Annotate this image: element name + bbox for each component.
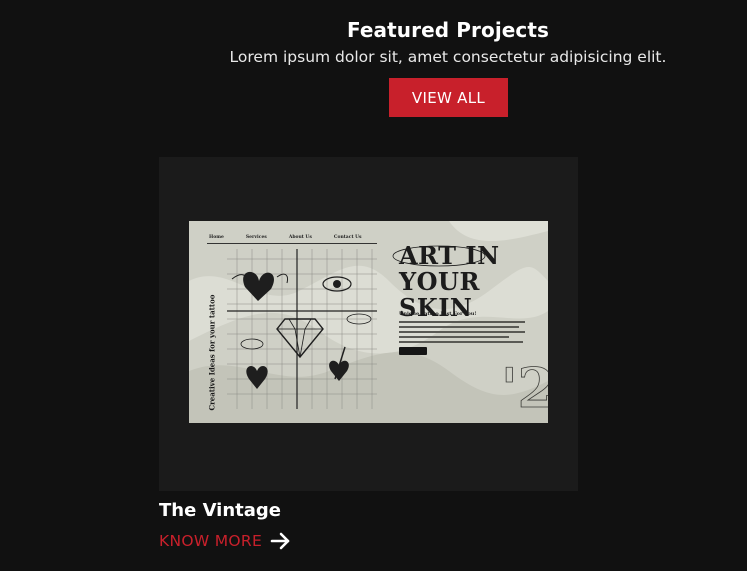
section-title: Featured Projects <box>346 18 550 42</box>
preview-nav-divider <box>207 243 377 244</box>
know-more-label: KNOW MORE <box>159 532 263 550</box>
section-subtitle: Lorem ipsum dolor sit, amet consectetur … <box>229 48 667 66</box>
project-title: The Vintage <box>159 500 282 521</box>
view-all-button[interactable]: VIEW ALL <box>389 78 508 117</box>
preview-nav-item: Services <box>245 235 267 240</box>
preview-nav: Home Services About Us Contact Us <box>209 235 362 240</box>
featured-projects-section: Featured Projects Lorem ipsum dolor sit,… <box>0 0 747 571</box>
preview-nav-item: Contact Us <box>333 235 362 240</box>
preview-side-text: Creative Ideas for your tattoo <box>207 294 217 411</box>
preview-paragraph <box>399 321 525 346</box>
preview-nav-item: Home <box>209 235 224 240</box>
know-more-link[interactable]: KNOW MORE <box>159 531 292 551</box>
hero-oval-outline <box>392 245 486 267</box>
project-card: Home Services About Us Contact Us Creati… <box>159 157 578 491</box>
project-preview-image[interactable]: Home Services About Us Contact Us Creati… <box>189 221 548 423</box>
arrow-right-icon <box>270 531 292 551</box>
preview-tagline: Unique Tattoo Just For You! <box>399 311 477 317</box>
preview-order-button <box>399 347 427 355</box>
tattoo-grid-illustration <box>227 249 377 409</box>
preview-nav-item: About Us <box>288 235 312 240</box>
preview-year-outline: '21 <box>501 356 548 420</box>
